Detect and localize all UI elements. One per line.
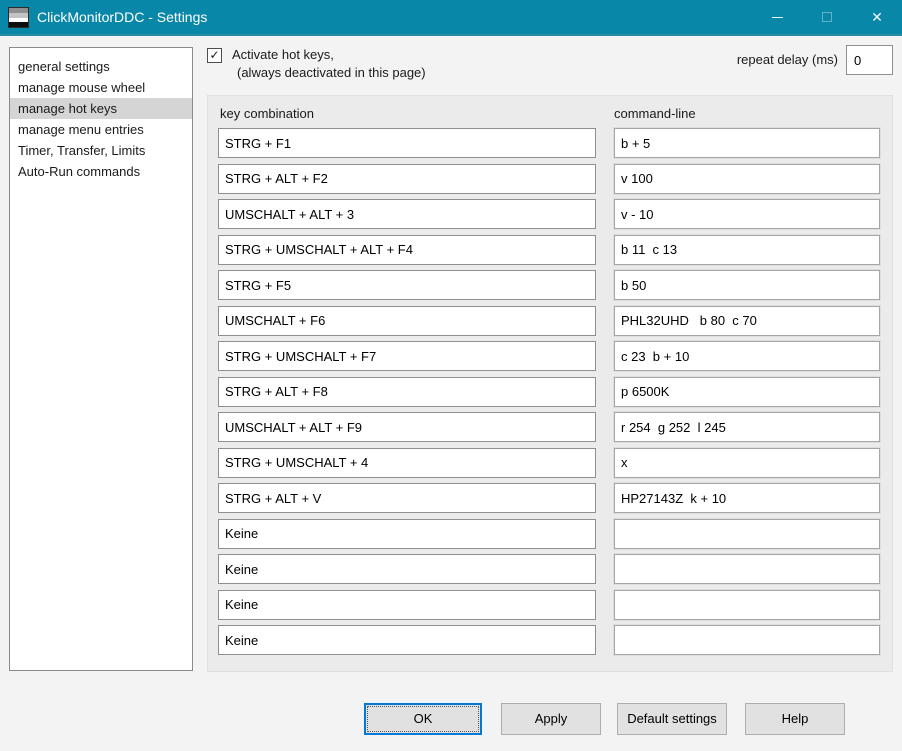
help-button[interactable]: Help: [745, 703, 845, 735]
command-line-column-header: command-line: [614, 106, 696, 121]
hotkey-rows: [208, 128, 892, 655]
key-combination-input[interactable]: [218, 483, 596, 513]
command-line-input[interactable]: [614, 554, 880, 584]
key-combination-input[interactable]: [218, 341, 596, 371]
maximize-button[interactable]: [802, 0, 852, 34]
command-line-input[interactable]: [614, 305, 880, 336]
hotkey-row: [208, 270, 892, 300]
sidebar-item-timer-transfer-limits[interactable]: Timer, Transfer, Limits: [10, 140, 192, 161]
activate-hotkeys-label: Activate hot keys,: [232, 47, 334, 62]
check-icon: ✓: [209, 48, 220, 62]
window-title: ClickMonitorDDC - Settings: [37, 9, 208, 25]
key-combination-column-header: key combination: [220, 106, 314, 121]
sidebar-item-manage-hot-keys[interactable]: manage hot keys: [10, 98, 192, 119]
settings-category-list: general settings manage mouse wheel mana…: [9, 47, 193, 671]
hotkey-row: [208, 625, 892, 655]
key-combination-input[interactable]: [218, 625, 596, 655]
close-button[interactable]: ✕: [852, 0, 902, 34]
hotkey-row: [208, 412, 892, 442]
minimize-button[interactable]: [752, 0, 802, 34]
hotkey-row: [208, 163, 892, 194]
hotkey-row: [208, 234, 892, 265]
sidebar-item-general-settings[interactable]: general settings: [10, 56, 192, 77]
hotkey-row: [208, 341, 892, 371]
hotkey-row: [208, 589, 892, 620]
command-line-input[interactable]: [614, 270, 880, 300]
key-combination-input[interactable]: [218, 234, 596, 265]
hotkey-row: [208, 518, 892, 549]
command-line-input[interactable]: [614, 483, 880, 513]
command-line-input[interactable]: [614, 412, 880, 442]
minimize-icon: [771, 16, 783, 18]
hotkey-row: [208, 128, 892, 158]
key-combination-input[interactable]: [218, 518, 596, 549]
hotkey-row: [208, 554, 892, 584]
command-line-input[interactable]: [614, 199, 880, 229]
key-combination-input[interactable]: [218, 412, 596, 442]
default-settings-button[interactable]: Default settings: [617, 703, 727, 735]
hotkey-row: [208, 199, 892, 229]
command-line-input[interactable]: [614, 589, 880, 620]
sidebar-item-manage-mouse-wheel[interactable]: manage mouse wheel: [10, 77, 192, 98]
sidebar-item-manage-menu-entries[interactable]: manage menu entries: [10, 119, 192, 140]
key-combination-input[interactable]: [218, 163, 596, 194]
key-combination-input[interactable]: [218, 447, 596, 478]
repeat-delay-label: repeat delay (ms): [736, 52, 838, 67]
hotkey-row: [208, 483, 892, 513]
command-line-input[interactable]: [614, 163, 880, 194]
window-controls: ✕: [752, 0, 902, 36]
command-line-input[interactable]: [614, 128, 880, 158]
repeat-delay-input[interactable]: [846, 45, 893, 75]
activate-hotkeys-sublabel: (always deactivated in this page): [237, 65, 426, 80]
hotkey-row: [208, 376, 892, 407]
key-combination-input[interactable]: [218, 376, 596, 407]
hotkey-row: [208, 305, 892, 336]
key-combination-input[interactable]: [218, 589, 596, 620]
apply-button[interactable]: Apply: [501, 703, 601, 735]
sidebar-item-auto-run-commands[interactable]: Auto-Run commands: [10, 161, 192, 182]
titlebar: ClickMonitorDDC - Settings ✕: [0, 0, 902, 36]
key-combination-input[interactable]: [218, 305, 596, 336]
command-line-input[interactable]: [614, 234, 880, 265]
hotkeys-panel: key combination command-line: [207, 95, 893, 672]
hotkey-row: [208, 447, 892, 478]
key-combination-input[interactable]: [218, 199, 596, 229]
maximize-icon: [822, 12, 832, 22]
close-icon: ✕: [871, 9, 883, 25]
activate-hotkeys-checkbox[interactable]: ✓: [207, 48, 222, 63]
command-line-input[interactable]: [614, 447, 880, 478]
key-combination-input[interactable]: [218, 270, 596, 300]
command-line-input[interactable]: [614, 341, 880, 371]
key-combination-input[interactable]: [218, 128, 596, 158]
ok-button[interactable]: OK: [364, 703, 482, 735]
command-line-input[interactable]: [614, 625, 880, 655]
key-combination-input[interactable]: [218, 554, 596, 584]
command-line-input[interactable]: [614, 376, 880, 407]
command-line-input[interactable]: [614, 518, 880, 549]
app-icon: [8, 7, 29, 28]
